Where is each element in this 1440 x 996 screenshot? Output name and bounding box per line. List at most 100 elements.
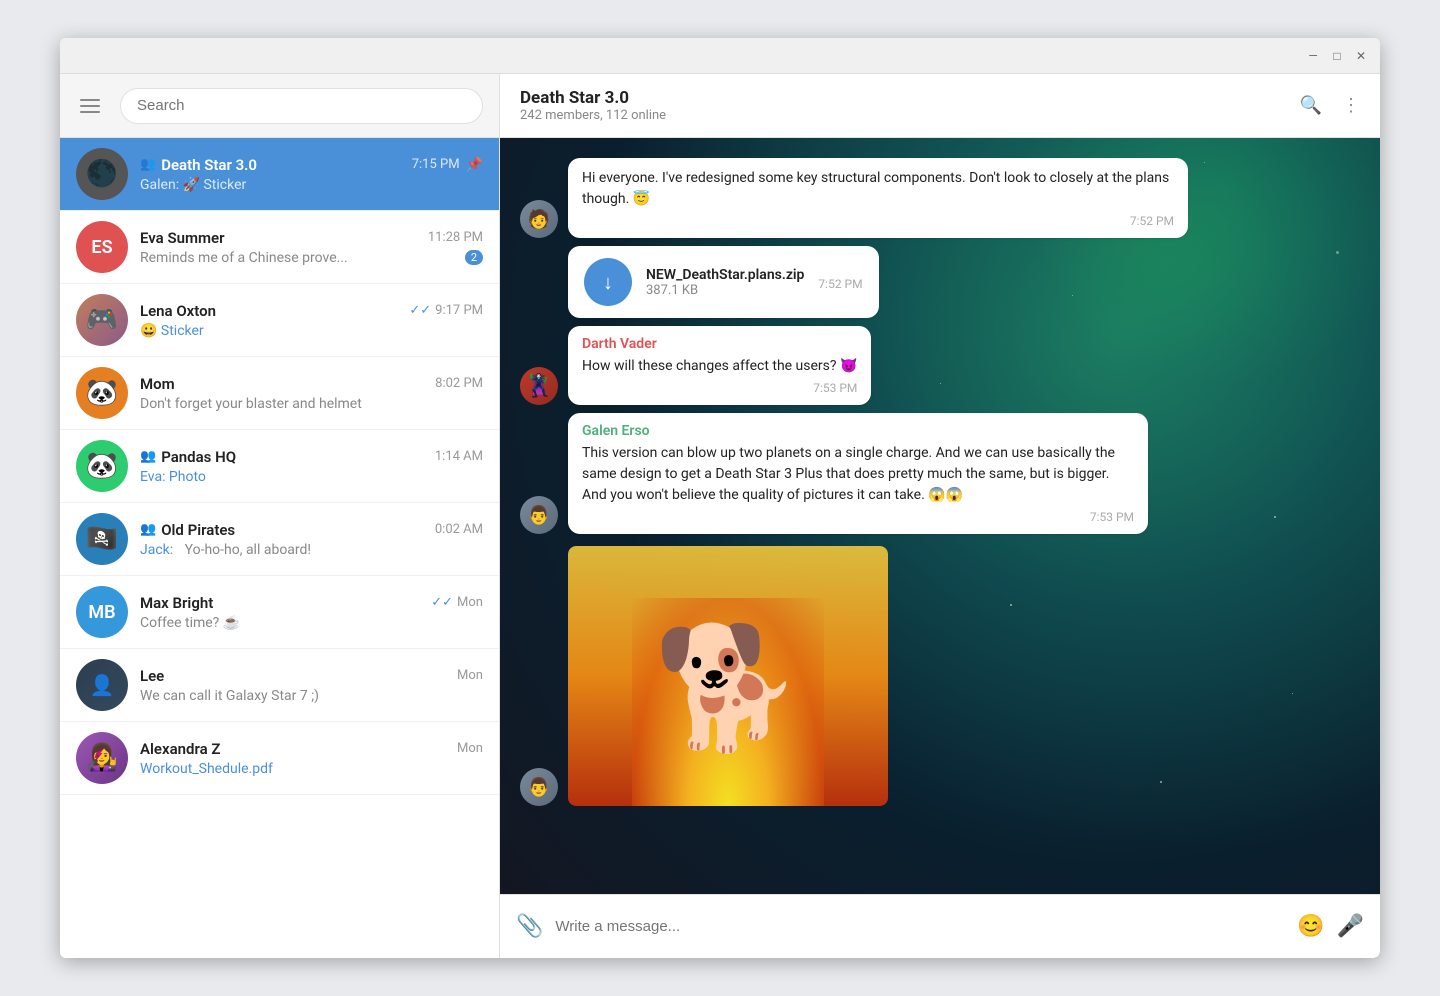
- sender-name: Darth Vader: [582, 336, 857, 352]
- messages-area: 🧑 Hi everyone. I've redesigned some key …: [500, 138, 1380, 894]
- read-icon: ✓✓: [409, 303, 431, 318]
- avatar: ES: [76, 221, 128, 273]
- chat-time: 1:14 AM: [435, 449, 483, 464]
- unread-badge: 2: [465, 250, 483, 265]
- chat-time: Mon: [457, 668, 483, 683]
- sticker-container: 🐕: [568, 546, 888, 806]
- list-item[interactable]: 🌑 👥 Death Star 3.0 7:15 PM 📌: [60, 138, 499, 211]
- message-input[interactable]: [555, 918, 1285, 935]
- chat-info: Mom 8:02 PM Don't forget your blaster an…: [140, 375, 483, 412]
- chat-time: 8:02 PM: [435, 376, 483, 391]
- avatar: 👤: [76, 659, 128, 711]
- attach-button[interactable]: 📎: [516, 914, 543, 939]
- avatar: 🐼: [76, 440, 128, 492]
- chat-name: Alexandra Z: [140, 740, 220, 758]
- message-time: 7:53 PM: [582, 510, 1134, 524]
- message-row: 🧑 Hi everyone. I've redesigned some key …: [520, 158, 1360, 238]
- chat-info: Alexandra Z Mon Workout_Shedule.pdf: [140, 740, 483, 777]
- avatar: 🏴‍☠️: [76, 513, 128, 565]
- avatar: MB: [76, 586, 128, 638]
- chat-name: 👥 Old Pirates: [140, 521, 235, 539]
- menu-button[interactable]: [76, 95, 104, 117]
- file-info: NEW_DeathStar.plans.zip 387.1 KB: [646, 267, 804, 298]
- chat-title: Death Star 3.0: [520, 88, 666, 108]
- message-bubble: Galen Erso This version can blow up two …: [568, 413, 1148, 534]
- chat-preview: Coffee time? ☕: [140, 615, 483, 631]
- search-icon[interactable]: 🔍: [1300, 95, 1322, 116]
- chat-name: Max Bright: [140, 594, 213, 612]
- chat-preview: Workout_Shedule.pdf: [140, 761, 483, 777]
- read-icon: ✓✓: [431, 595, 453, 610]
- message-bubble: Hi everyone. I've redesigned some key st…: [568, 158, 1188, 238]
- chat-info: Lee Mon We can call it Galaxy Star 7 ;): [140, 667, 483, 704]
- chat-list: 🌑 👥 Death Star 3.0 7:15 PM 📌: [60, 138, 499, 958]
- chat-time: Mon: [457, 741, 483, 756]
- list-item[interactable]: 🐼 👥 Pandas HQ 1:14 AM Eva: Photo: [60, 430, 499, 503]
- chat-info: 👥 Death Star 3.0 7:15 PM 📌 Galen: 🚀 Stic…: [140, 156, 483, 193]
- chat-header-actions: 🔍 ⋮: [1300, 95, 1360, 116]
- minimize-button[interactable]: —: [1306, 49, 1320, 63]
- chat-time: Mon: [457, 595, 483, 610]
- chat-name: Lee: [140, 667, 164, 685]
- chat-preview: We can call it Galaxy Star 7 ;): [140, 688, 483, 704]
- sender-avatar: 👨: [520, 768, 558, 806]
- sidebar: 🌑 👥 Death Star 3.0 7:15 PM 📌: [60, 74, 500, 958]
- chat-info: Lena Oxton ✓✓ 9:17 PM 😀 Sticker: [140, 302, 483, 339]
- sender-avatar: 🦹: [520, 367, 558, 405]
- title-bar-controls: — □ ✕: [1306, 49, 1368, 63]
- chat-preview: 😀 Sticker: [140, 323, 483, 339]
- chat-name: Eva Summer: [140, 229, 225, 247]
- microphone-button[interactable]: 🎤: [1337, 914, 1364, 939]
- message-time: 7:52 PM: [818, 277, 862, 291]
- sender-name: Galen Erso: [582, 423, 1134, 439]
- message-input-area: 📎 😊 🎤: [500, 894, 1380, 958]
- avatar: 🐼: [76, 367, 128, 419]
- chat-header-info: Death Star 3.0 242 members, 112 online: [520, 88, 666, 123]
- chat-header: Death Star 3.0 242 members, 112 online 🔍…: [500, 74, 1380, 138]
- message-time: 7:52 PM: [582, 214, 1174, 228]
- message-row: 👨 Galen Erso This version can blow up tw…: [520, 413, 1360, 534]
- chat-preview: Don't forget your blaster and helmet: [140, 396, 483, 412]
- list-item[interactable]: 🏴‍☠️ 👥 Old Pirates 0:02 AM Jack: Yo-ho-h…: [60, 503, 499, 576]
- list-item[interactable]: ES Eva Summer 11:28 PM Reminds me of a C…: [60, 211, 499, 284]
- more-options-icon[interactable]: ⋮: [1342, 95, 1360, 116]
- chat-preview: Galen: 🚀 Sticker: [140, 177, 483, 193]
- list-item[interactable]: 🎮 Lena Oxton ✓✓ 9:17 PM 😀 Sticker: [60, 284, 499, 357]
- close-button[interactable]: ✕: [1354, 49, 1368, 63]
- chat-time: 9:17 PM: [435, 303, 483, 318]
- maximize-button[interactable]: □: [1330, 49, 1344, 63]
- message-text: This version can blow up two planets on …: [582, 443, 1134, 506]
- main-content: 🌑 👥 Death Star 3.0 7:15 PM 📌: [60, 74, 1380, 958]
- chat-time: 11:28 PM: [428, 230, 483, 245]
- chat-info: 👥 Old Pirates 0:02 AM Jack: Yo-ho-ho, al…: [140, 521, 483, 558]
- list-item[interactable]: 👩‍🎤 Alexandra Z Mon Workout_Shedule.pdf: [60, 722, 499, 795]
- file-message: ↓ NEW_DeathStar.plans.zip 387.1 KB 7:52 …: [568, 246, 879, 318]
- download-button[interactable]: ↓: [584, 258, 632, 306]
- list-item[interactable]: 👤 Lee Mon We can call it Galaxy Star 7 ;…: [60, 649, 499, 722]
- chat-name: Mom: [140, 375, 175, 393]
- chat-info: 👥 Pandas HQ 1:14 AM Eva: Photo: [140, 448, 483, 485]
- message-text: Hi everyone. I've redesigned some key st…: [582, 168, 1174, 210]
- chat-area: Death Star 3.0 242 members, 112 online 🔍…: [500, 74, 1380, 958]
- sender-avatar: 🧑: [520, 200, 558, 238]
- avatar: 👩‍🎤: [76, 732, 128, 784]
- sidebar-header: [60, 74, 499, 138]
- avatar: 🌑: [76, 148, 128, 200]
- chat-preview: Reminds me of a Chinese prove... 2: [140, 250, 483, 266]
- chat-info: Max Bright ✓✓ Mon Coffee time? ☕: [140, 594, 483, 631]
- search-input[interactable]: [120, 88, 483, 124]
- chat-time: 0:02 AM: [435, 522, 483, 537]
- list-item[interactable]: 🐼 Mom 8:02 PM Don't forget your blaster …: [60, 357, 499, 430]
- app-window: — □ ✕ 🌑 👥: [60, 38, 1380, 958]
- chat-subtitle: 242 members, 112 online: [520, 108, 666, 123]
- message-time: 7:53 PM: [582, 381, 857, 395]
- message-bubble: Darth Vader How will these changes affec…: [568, 326, 871, 405]
- chat-preview: Eva: Photo: [140, 469, 483, 485]
- list-item[interactable]: MB Max Bright ✓✓ Mon Coffee time? ☕: [60, 576, 499, 649]
- chat-name: 👥 Pandas HQ: [140, 448, 236, 466]
- chat-preview: Jack: Yo-ho-ho, all aboard!: [140, 542, 483, 558]
- chat-name: Lena Oxton: [140, 302, 216, 320]
- chat-name: 👥 Death Star 3.0: [140, 156, 257, 174]
- emoji-button[interactable]: 😊: [1297, 914, 1324, 939]
- message-row: 🦹 Darth Vader How will these changes aff…: [520, 326, 1360, 405]
